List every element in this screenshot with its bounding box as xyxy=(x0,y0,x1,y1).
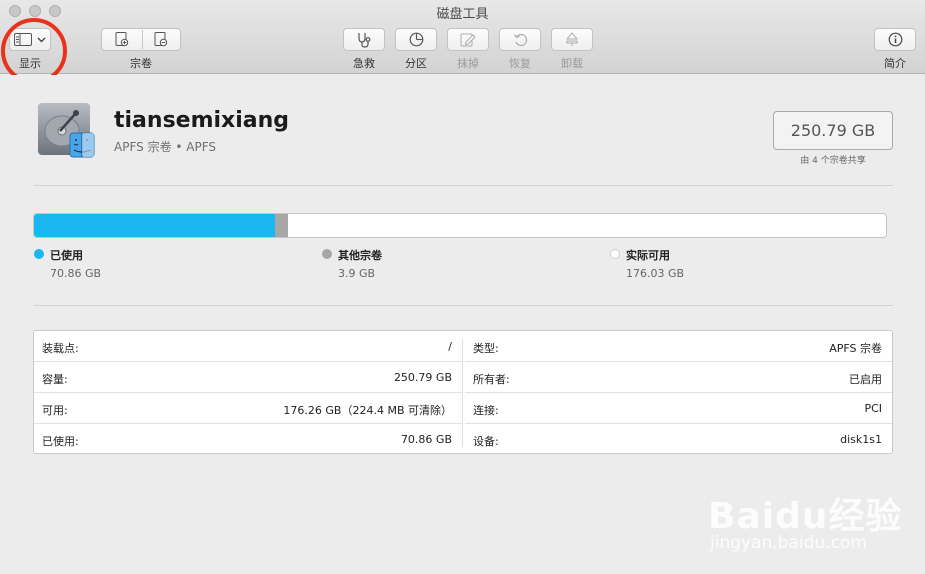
legend-free-value: 176.03 GB xyxy=(626,267,685,280)
info-key: 设备: xyxy=(473,435,499,448)
first-aid-button[interactable] xyxy=(343,28,385,51)
table-row: 可用: 176.26 GB（224.4 MB 可清除） xyxy=(34,393,462,424)
partition-button[interactable] xyxy=(395,28,437,51)
capacity-note: 由 4 个宗卷共享 xyxy=(800,156,866,166)
volume-segmented-control xyxy=(101,28,181,51)
window-title: 磁盘工具 xyxy=(436,7,489,22)
other-dot xyxy=(322,249,332,259)
info-right-column: 类型: APFS 宗卷 所有者: 已启用 连接: PCI 设备: disk1s1 xyxy=(465,331,892,453)
table-row: 装载点: / xyxy=(34,331,462,362)
info-left-column: 装载点: / 容量: 250.79 GB 可用: 176.26 GB（224.4… xyxy=(34,331,462,453)
eject-icon xyxy=(566,32,578,47)
info-value: 176.26 GB（224.4 MB 可清除） xyxy=(283,404,452,417)
info-value: 70.86 GB xyxy=(400,433,452,446)
table-row: 已使用: 70.86 GB xyxy=(34,424,462,455)
info-key: 已使用: xyxy=(42,435,79,448)
free-dot xyxy=(610,249,620,259)
info-key: 可用: xyxy=(42,404,68,417)
volume-label: 宗卷 xyxy=(130,57,152,70)
info-value: 250.79 GB xyxy=(393,371,452,384)
used-dot xyxy=(34,249,44,259)
table-row: 类型: APFS 宗卷 xyxy=(465,331,892,362)
info-value: 已启用 xyxy=(849,373,882,386)
hard-disk-icon xyxy=(36,99,96,159)
info-key: 所有者: xyxy=(473,373,510,386)
usage-used-segment xyxy=(34,214,275,237)
remove-volume-icon[interactable] xyxy=(141,32,180,47)
restore-label: 恢复 xyxy=(509,57,531,70)
table-row: 连接: PCI xyxy=(465,393,892,424)
info-value: disk1s1 xyxy=(840,433,882,446)
table-row: 设备: disk1s1 xyxy=(465,424,892,455)
info-button[interactable] xyxy=(874,28,916,51)
title-bar: 磁盘工具 显示 宗卷 急救 分区 抹掉 恢复 卸载 简介 xyxy=(0,0,925,74)
info-key: 类型: xyxy=(473,342,499,355)
restore-icon xyxy=(513,32,528,47)
divider xyxy=(34,305,893,306)
partition-label: 分区 xyxy=(405,57,427,70)
legend-free-label: 实际可用 xyxy=(626,249,670,262)
info-value: APFS 宗卷 xyxy=(829,342,882,355)
info-value: / xyxy=(448,340,452,353)
capacity-box: 250.79 GB xyxy=(773,111,893,150)
unmount-button[interactable] xyxy=(551,28,593,51)
legend-other-value: 3.9 GB xyxy=(338,267,376,280)
erase-button[interactable] xyxy=(447,28,489,51)
pie-chart-icon xyxy=(409,32,424,47)
first-aid-label: 急救 xyxy=(353,57,375,70)
erase-label: 抹掉 xyxy=(457,57,479,70)
info-key: 装载点: xyxy=(42,342,79,355)
watermark-url: jingyan.baidu.com xyxy=(710,533,867,553)
info-label: 简介 xyxy=(884,57,906,70)
info-key: 容量: xyxy=(42,373,68,386)
legend-used-label: 已使用 xyxy=(50,249,83,262)
usage-bar xyxy=(33,213,887,238)
info-value: PCI xyxy=(864,402,882,415)
usage-other-segment xyxy=(274,214,288,237)
info-table: 装载点: / 容量: 250.79 GB 可用: 176.26 GB（224.4… xyxy=(33,330,893,454)
table-row: 所有者: 已启用 xyxy=(465,362,892,393)
add-volume-icon[interactable] xyxy=(102,32,141,47)
volume-name: tiansemixiang xyxy=(114,108,290,133)
restore-button[interactable] xyxy=(499,28,541,51)
unmount-label: 卸载 xyxy=(561,57,583,70)
column-divider xyxy=(462,339,463,447)
info-key: 连接: xyxy=(473,404,499,417)
erase-icon xyxy=(460,32,476,47)
info-icon xyxy=(888,32,903,47)
table-row: 容量: 250.79 GB xyxy=(34,362,462,393)
legend-used-value: 70.86 GB xyxy=(50,267,102,280)
stethoscope-icon xyxy=(356,32,372,48)
legend-other-label: 其他宗卷 xyxy=(338,249,382,262)
volume-subtitle: APFS 宗卷 • APFS xyxy=(114,140,217,154)
divider xyxy=(34,185,893,186)
watermark-logo: Baidu经验 xyxy=(708,496,903,537)
